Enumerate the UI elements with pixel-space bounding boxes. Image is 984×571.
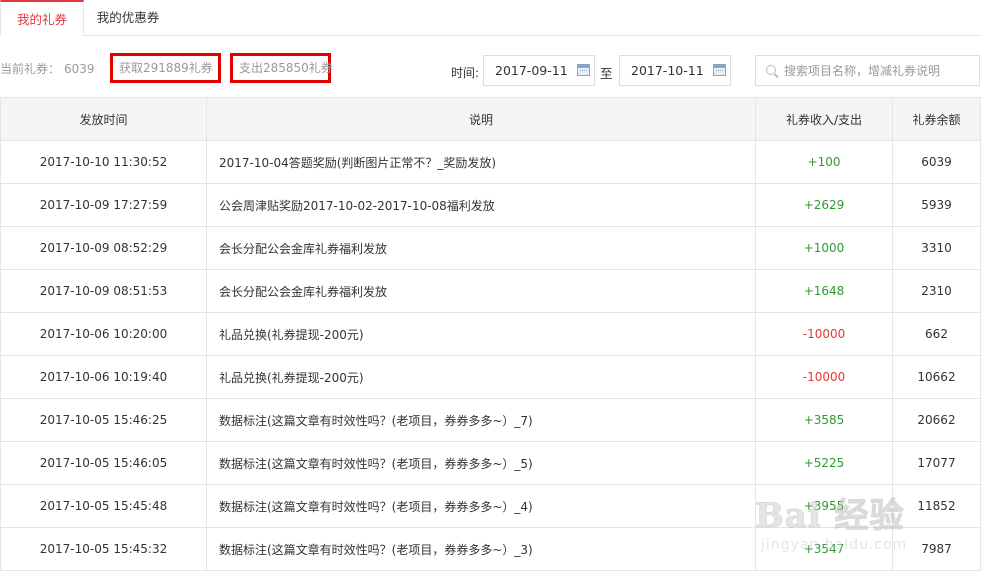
calendar-icon[interactable] bbox=[713, 64, 726, 76]
cell-issue-time: 2017-10-09 17:27:59 bbox=[0, 183, 207, 227]
amount-value: -10000 bbox=[802, 327, 846, 341]
total-spent-stat: 支出285850礼券 bbox=[230, 53, 333, 83]
cell-description: 会长分配公会金库礼券福利发放 bbox=[206, 226, 756, 270]
header-description: 说明 bbox=[206, 97, 756, 141]
cell-balance: 6039 bbox=[892, 140, 981, 184]
cell-amount: +100 bbox=[755, 140, 893, 184]
cell-issue-time: 2017-10-05 15:46:25 bbox=[0, 398, 207, 442]
cell-description: 礼品兑换(礼券提现-200元) bbox=[206, 312, 756, 356]
cell-balance: 10662 bbox=[892, 355, 981, 399]
cell-amount: +3585 bbox=[755, 398, 893, 442]
cell-description: 数据标注(这篇文章有时效性吗？(老项目，券券多多~）_5) bbox=[206, 441, 756, 485]
cell-description: 2017-10-04答题奖励(判断图片正常不？_奖励发放) bbox=[206, 140, 756, 184]
table-row: 2017-10-05 15:46:25 数据标注(这篇文章有时效性吗？(老项目，券… bbox=[0, 398, 981, 442]
table-row: 2017-10-05 15:45:48 数据标注(这篇文章有时效性吗？(老项目，券… bbox=[0, 484, 981, 528]
cell-balance: 7987 bbox=[892, 527, 981, 571]
amount-value: +1000 bbox=[803, 241, 845, 255]
cell-balance: 2310 bbox=[892, 269, 981, 313]
date-to-input[interactable]: 2017-10-11 bbox=[619, 55, 731, 86]
search-icon bbox=[766, 65, 776, 75]
total-gained-stat: 获取291889礼券 bbox=[110, 53, 221, 83]
cell-description: 礼品兑换(礼券提现-200元) bbox=[206, 355, 756, 399]
voucher-records-table: 发放时间 说明 礼券收入/支出 礼券余额 2017-10-10 11:30:52… bbox=[0, 97, 981, 571]
cell-description: 公会周津贴奖励2017-10-02-2017-10-08福利发放 bbox=[206, 183, 756, 227]
cell-amount: +3547 bbox=[755, 527, 893, 571]
table-row: 2017-10-09 17:27:59 公会周津贴奖励2017-10-02-201… bbox=[0, 183, 981, 227]
cell-amount: +5225 bbox=[755, 441, 893, 485]
tab-my-coupons[interactable]: 我的优惠券 bbox=[84, 0, 172, 35]
cell-issue-time: 2017-10-06 10:20:00 bbox=[0, 312, 207, 356]
tab-my-gift-vouchers[interactable]: 我的礼券 bbox=[0, 0, 84, 36]
cell-amount: +1000 bbox=[755, 226, 893, 270]
cell-balance: 662 bbox=[892, 312, 981, 356]
search-box[interactable] bbox=[755, 55, 980, 86]
cell-balance: 17077 bbox=[892, 441, 981, 485]
table-header-row: 发放时间 说明 礼券收入/支出 礼券余额 bbox=[0, 97, 981, 141]
cell-amount: -10000 bbox=[755, 312, 893, 356]
cell-balance: 3310 bbox=[892, 226, 981, 270]
cell-issue-time: 2017-10-06 10:19:40 bbox=[0, 355, 207, 399]
cell-issue-time: 2017-10-09 08:51:53 bbox=[0, 269, 207, 313]
table-row: 2017-10-05 15:46:05 数据标注(这篇文章有时效性吗？(老项目，券… bbox=[0, 441, 981, 485]
header-balance: 礼券余额 bbox=[892, 97, 981, 141]
current-balance: 当前礼券： 6039 bbox=[0, 60, 95, 77]
table-row: 2017-10-09 08:52:29 会长分配公会金库礼券福利发放 +1000 33… bbox=[0, 226, 981, 270]
table-row: 2017-10-09 08:51:53 会长分配公会金库礼券福利发放 +1648 23… bbox=[0, 269, 981, 313]
amount-value: +2629 bbox=[803, 198, 845, 212]
time-filter-label: 时间: bbox=[451, 66, 480, 80]
cell-issue-time: 2017-10-09 08:52:29 bbox=[0, 226, 207, 270]
table-row: 2017-10-06 10:20:00 礼品兑换(礼券提现-200元) -10000… bbox=[0, 312, 981, 356]
table-row: 2017-10-06 10:19:40 礼品兑换(礼券提现-200元) -10000… bbox=[0, 355, 981, 399]
cell-amount: +2629 bbox=[755, 183, 893, 227]
header-income-expense: 礼券收入/支出 bbox=[755, 97, 893, 141]
cell-issue-time: 2017-10-05 15:45:32 bbox=[0, 527, 207, 571]
table-body: 2017-10-10 11:30:52 2017-10-04答题奖励(判断图片正常… bbox=[0, 140, 981, 571]
tab-bar: 我的礼券 我的优惠券 bbox=[0, 0, 980, 36]
cell-description: 数据标注(这篇文章有时效性吗？(老项目，券券多多~）_4) bbox=[206, 484, 756, 528]
table-row: 2017-10-05 15:45:32 数据标注(这篇文章有时效性吗？(老项目，券… bbox=[0, 527, 981, 571]
calendar-icon[interactable] bbox=[577, 64, 590, 76]
table-row: 2017-10-10 11:30:52 2017-10-04答题奖励(判断图片正常… bbox=[0, 140, 981, 184]
date-range-separator: 至 bbox=[600, 66, 613, 81]
cell-amount: -10000 bbox=[755, 355, 893, 399]
cell-issue-time: 2017-10-05 15:46:05 bbox=[0, 441, 207, 485]
header-issue-time: 发放时间 bbox=[0, 97, 207, 141]
cell-issue-time: 2017-10-05 15:45:48 bbox=[0, 484, 207, 528]
amount-value: +100 bbox=[807, 155, 841, 169]
cell-description: 数据标注(这篇文章有时效性吗？(老项目，券券多多~）_3) bbox=[206, 527, 756, 571]
balance-value: 6039 bbox=[64, 62, 95, 76]
cell-amount: +3955 bbox=[755, 484, 893, 528]
amount-value: +5225 bbox=[803, 456, 845, 470]
cell-balance: 5939 bbox=[892, 183, 981, 227]
search-input[interactable] bbox=[784, 56, 974, 85]
amount-value: +1648 bbox=[803, 284, 845, 298]
cell-description: 会长分配公会金库礼券福利发放 bbox=[206, 269, 756, 313]
cell-issue-time: 2017-10-10 11:30:52 bbox=[0, 140, 207, 184]
cell-balance: 11852 bbox=[892, 484, 981, 528]
amount-value: -10000 bbox=[802, 370, 846, 384]
amount-value: +3585 bbox=[803, 413, 845, 427]
cell-balance: 20662 bbox=[892, 398, 981, 442]
date-from-input[interactable]: 2017-09-11 bbox=[483, 55, 595, 86]
amount-value: +3955 bbox=[803, 499, 845, 513]
balance-label: 当前礼券： bbox=[0, 62, 61, 76]
date-to-value: 2017-10-11 bbox=[631, 63, 704, 78]
date-from-value: 2017-09-11 bbox=[495, 63, 568, 78]
amount-value: +3547 bbox=[803, 542, 845, 556]
cell-amount: +1648 bbox=[755, 269, 893, 313]
cell-description: 数据标注(这篇文章有时效性吗？(老项目，券券多多~）_7) bbox=[206, 398, 756, 442]
